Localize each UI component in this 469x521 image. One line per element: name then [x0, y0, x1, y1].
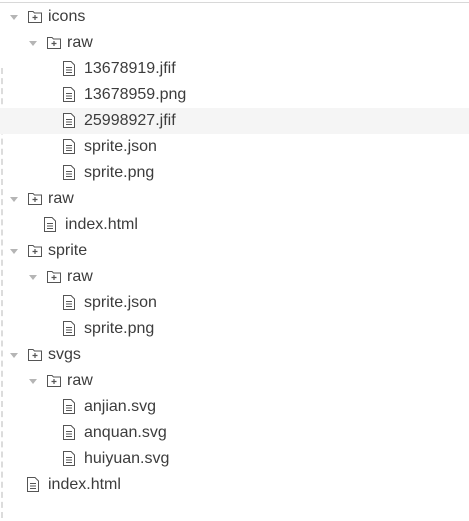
folder-icon — [28, 244, 42, 258]
file-icon — [63, 451, 77, 466]
file-icon — [63, 321, 77, 336]
item-label: raw — [67, 372, 93, 389]
file-item[interactable]: index.html — [0, 472, 469, 498]
item-label: svgs — [48, 346, 81, 363]
item-label: huiyuan.svg — [84, 450, 170, 467]
file-icon — [63, 61, 77, 76]
file-icon — [63, 425, 77, 440]
file-item[interactable]: sprite.png — [0, 160, 469, 186]
item-label: sprite.json — [84, 294, 157, 311]
file-item[interactable]: huiyuan.svg — [0, 446, 469, 472]
folder-icon — [28, 192, 42, 206]
file-icon — [27, 477, 41, 492]
item-label: 13678959.png — [84, 86, 187, 103]
chevron-down-icon[interactable] — [29, 275, 37, 280]
item-label: raw — [67, 34, 93, 51]
chevron-down-icon[interactable] — [10, 197, 18, 202]
chevron-down-icon[interactable] — [10, 353, 18, 358]
chevron-down-icon[interactable] — [29, 379, 37, 384]
chevron-down-icon[interactable] — [10, 249, 18, 254]
file-item[interactable]: index.html — [0, 212, 469, 238]
item-label: raw — [48, 190, 74, 207]
folder-item[interactable]: raw — [0, 186, 469, 212]
folder-item[interactable]: icons — [0, 4, 469, 30]
folder-item[interactable]: raw — [0, 368, 469, 394]
file-icon — [63, 165, 77, 180]
file-tree: icons raw 13678919.jfif 13678959.png 2599892… — [0, 4, 469, 498]
file-item[interactable]: 13678919.jfif — [0, 56, 469, 82]
item-label: index.html — [48, 476, 121, 493]
file-item[interactable]: sprite.json — [0, 134, 469, 160]
folder-item[interactable]: svgs — [0, 342, 469, 368]
item-label: sprite.png — [84, 164, 155, 181]
item-label: 25998927.jfif — [84, 112, 176, 129]
file-item[interactable]: anjian.svg — [0, 394, 469, 420]
item-label: sprite.json — [84, 138, 157, 155]
file-icon — [63, 113, 77, 128]
item-label: sprite.png — [84, 320, 155, 337]
folder-item[interactable]: raw — [0, 30, 469, 56]
file-icon — [44, 217, 58, 232]
folder-icon — [28, 348, 42, 362]
file-item[interactable]: 25998927.jfif — [0, 108, 469, 134]
folder-item[interactable]: sprite — [0, 238, 469, 264]
file-item[interactable]: anquan.svg — [0, 420, 469, 446]
folder-icon — [47, 36, 61, 50]
chevron-down-icon[interactable] — [29, 41, 37, 46]
item-label: index.html — [65, 216, 138, 233]
chevron-down-icon[interactable] — [10, 15, 18, 20]
item-label: sprite — [48, 242, 88, 259]
file-icon — [63, 139, 77, 154]
file-icon — [63, 295, 77, 310]
file-item[interactable]: sprite.png — [0, 316, 469, 342]
item-label: 13678919.jfif — [84, 60, 176, 77]
folder-icon — [28, 10, 42, 24]
folder-icon — [47, 270, 61, 284]
file-icon — [63, 399, 77, 414]
item-label: anjian.svg — [84, 398, 157, 415]
item-label: icons — [48, 8, 86, 25]
folder-item[interactable]: raw — [0, 264, 469, 290]
item-label: raw — [67, 268, 93, 285]
top-border — [0, 2, 469, 3]
folder-icon — [47, 374, 61, 388]
file-icon — [63, 87, 77, 102]
file-item[interactable]: 13678959.png — [0, 82, 469, 108]
item-label: anquan.svg — [84, 424, 167, 441]
file-item[interactable]: sprite.json — [0, 290, 469, 316]
